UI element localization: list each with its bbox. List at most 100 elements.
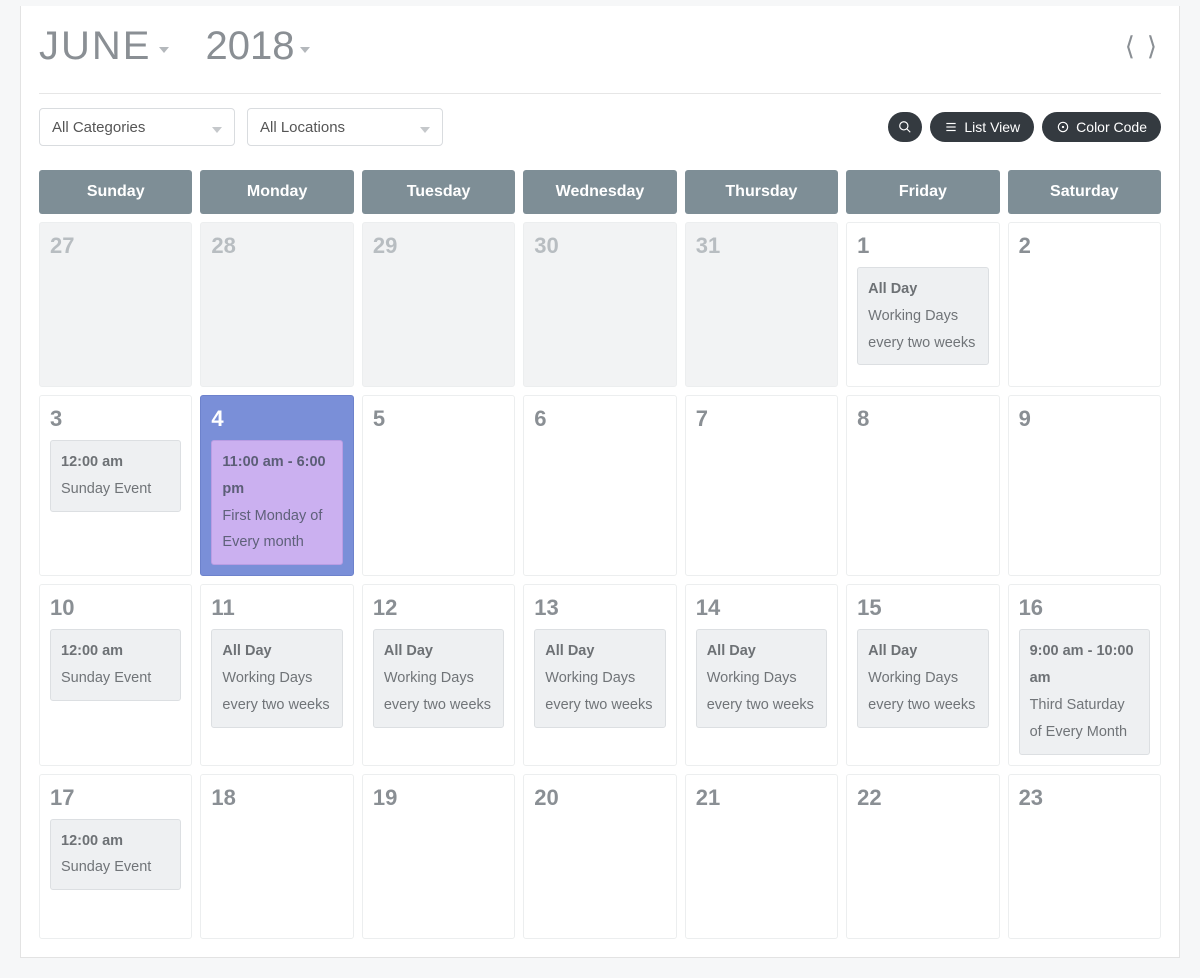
day-number: 4 xyxy=(211,406,342,432)
event-title: First Monday of Every month xyxy=(222,503,331,557)
calendar-event[interactable]: All DayWorking Days every two weeks xyxy=(211,629,342,727)
calendar-cell[interactable]: 12All DayWorking Days every two weeks xyxy=(362,584,515,765)
calendar-event[interactable]: All DayWorking Days every two weeks xyxy=(857,267,988,365)
month-picker[interactable]: JUNE xyxy=(39,24,169,69)
prev-month-button[interactable]: ⟨ xyxy=(1121,29,1139,64)
day-number: 7 xyxy=(696,406,827,432)
calendar-cell[interactable]: 27 xyxy=(39,222,192,387)
event-time: 11:00 am - 6:00 pm xyxy=(222,449,331,503)
event-title: Sunday Event xyxy=(61,854,170,881)
calendar-event[interactable]: All DayWorking Days every two weeks xyxy=(373,629,504,727)
calendar-cell[interactable]: 7 xyxy=(685,395,838,576)
calendar-grid: 27282930311All DayWorking Days every two… xyxy=(39,222,1161,939)
day-number: 1 xyxy=(857,233,988,259)
calendar-cell[interactable]: 8 xyxy=(846,395,999,576)
day-number: 22 xyxy=(857,785,988,811)
calendar-cell[interactable]: 30 xyxy=(523,222,676,387)
event-title: Third Saturday of Every Month xyxy=(1030,692,1139,746)
calendar-cell[interactable]: 4 11:00 am - 6:00 pmFirst Monday of Every… xyxy=(200,395,353,576)
calendar-event[interactable]: 12:00 amSunday Event xyxy=(50,440,181,512)
year-picker[interactable]: 2018 xyxy=(169,24,310,69)
caret-down-icon xyxy=(300,47,310,53)
list-view-button[interactable]: List View xyxy=(930,112,1034,142)
day-number: 14 xyxy=(696,595,827,621)
calendar-event[interactable]: All DayWorking Days every two weeks xyxy=(696,629,827,727)
event-title: Sunday Event xyxy=(61,476,170,503)
calendar-cell[interactable]: 312:00 amSunday Event xyxy=(39,395,192,576)
calendar-cell[interactable]: 5 xyxy=(362,395,515,576)
day-number: 9 xyxy=(1019,406,1150,432)
search-button[interactable] xyxy=(888,112,922,142)
event-title: Working Days every two weeks xyxy=(222,665,331,719)
event-title: Working Days every two weeks xyxy=(707,665,816,719)
day-number: 31 xyxy=(696,233,827,259)
search-icon xyxy=(898,120,912,134)
list-icon xyxy=(944,120,958,134)
calendar-cell[interactable]: 13 All DayWorking Days every two weeks xyxy=(523,584,676,765)
day-number: 10 xyxy=(50,595,181,621)
day-number: 13 xyxy=(534,595,665,621)
day-number: 29 xyxy=(373,233,504,259)
calendar-cell[interactable]: 19 xyxy=(362,774,515,939)
calendar-cell[interactable]: 21 xyxy=(685,774,838,939)
color-code-label: Color Code xyxy=(1076,119,1147,135)
calendar-cell[interactable]: 29 xyxy=(362,222,515,387)
calendar-event[interactable]: All DayWorking Days every two weeks xyxy=(857,629,988,727)
color-code-button[interactable]: Color Code xyxy=(1042,112,1161,142)
next-month-button[interactable]: ⟩ xyxy=(1143,29,1161,64)
event-title: Working Days every two weeks xyxy=(868,665,977,719)
target-icon xyxy=(1056,120,1070,134)
day-number: 19 xyxy=(373,785,504,811)
event-time: All Day xyxy=(384,638,493,665)
calendar-cell[interactable]: 20 xyxy=(523,774,676,939)
location-select[interactable]: All Locations xyxy=(247,108,443,146)
day-number: 11 xyxy=(211,595,342,621)
calendar-cell[interactable]: 10 12:00 amSunday Event xyxy=(39,584,192,765)
day-number: 28 xyxy=(211,233,342,259)
event-time: All Day xyxy=(868,276,977,303)
calendar-event[interactable]: 12:00 amSunday Event xyxy=(50,819,181,891)
calendar-cell[interactable]: 15 All DayWorking Days every two weeks xyxy=(846,584,999,765)
calendar-cell[interactable]: 1 All DayWorking Days every two weeks xyxy=(846,222,999,387)
calendar-event[interactable]: 9:00 am - 10:00 amThird Saturday of Ever… xyxy=(1019,629,1150,754)
month-label: JUNE xyxy=(39,24,151,69)
calendar-toolbar: All Categories All Locations List View C… xyxy=(39,94,1161,170)
day-number: 6 xyxy=(534,406,665,432)
calendar-cell[interactable]: 11 All DayWorking Days every two weeks xyxy=(200,584,353,765)
calendar-event[interactable]: 11:00 am - 6:00 pmFirst Monday of Every … xyxy=(211,440,342,565)
calendar-event[interactable]: 12:00 amSunday Event xyxy=(50,629,181,701)
calendar-cell[interactable]: 31 xyxy=(685,222,838,387)
calendar-event[interactable]: All DayWorking Days every two weeks xyxy=(534,629,665,727)
calendar-cell[interactable]: 6 xyxy=(523,395,676,576)
calendar-cell[interactable]: 14 All DayWorking Days every two weeks xyxy=(685,584,838,765)
calendar-cell[interactable]: 28 xyxy=(200,222,353,387)
calendar-cell[interactable]: 2 xyxy=(1008,222,1161,387)
weekday-headers: SundayMondayTuesdayWednesdayThursdayFrid… xyxy=(39,170,1161,214)
calendar-cell[interactable]: 16 9:00 am - 10:00 amThird Saturday of Ev… xyxy=(1008,584,1161,765)
weekday-header: Saturday xyxy=(1008,170,1161,214)
year-label: 2018 xyxy=(205,24,294,69)
calendar-header: JUNE 2018 ⟨ ⟩ xyxy=(39,6,1161,94)
day-number: 17 xyxy=(50,785,181,811)
day-number: 21 xyxy=(696,785,827,811)
caret-down-icon xyxy=(420,127,430,133)
calendar-cell[interactable]: 23 xyxy=(1008,774,1161,939)
calendar-cell[interactable]: 18 xyxy=(200,774,353,939)
day-number: 16 xyxy=(1019,595,1150,621)
event-time: All Day xyxy=(707,638,816,665)
day-number: 23 xyxy=(1019,785,1150,811)
calendar-cell[interactable]: 17 12:00 amSunday Event xyxy=(39,774,192,939)
caret-down-icon xyxy=(212,127,222,133)
category-select-label: All Categories xyxy=(52,119,145,136)
event-time: All Day xyxy=(545,638,654,665)
day-number: 18 xyxy=(211,785,342,811)
weekday-header: Sunday xyxy=(39,170,192,214)
day-number: 15 xyxy=(857,595,988,621)
calendar-cell[interactable]: 22 xyxy=(846,774,999,939)
event-time: 9:00 am - 10:00 am xyxy=(1030,638,1139,692)
event-time: All Day xyxy=(222,638,331,665)
event-title: Working Days every two weeks xyxy=(384,665,493,719)
category-select[interactable]: All Categories xyxy=(39,108,235,146)
calendar-cell[interactable]: 9 xyxy=(1008,395,1161,576)
event-time: 12:00 am xyxy=(61,828,170,855)
